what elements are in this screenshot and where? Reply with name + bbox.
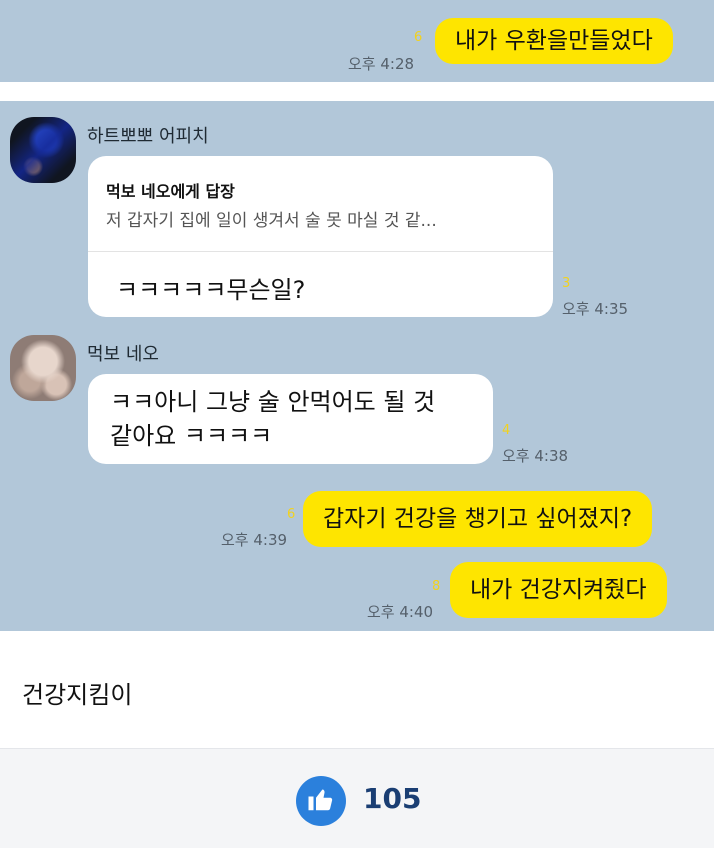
message-time: 오후 4:39: [221, 531, 288, 549]
reply-text: ㅋㅋㅋㅋㅋ무슨일?: [116, 276, 306, 304]
sender-name: 먹보 네오: [87, 344, 159, 365]
chat-screenshot-top: 6 오후 4:28 내가 우환을만들었다: [0, 0, 714, 82]
message-time: 오후 4:35: [562, 300, 629, 318]
my-message-bubble: 내가 우환을만들었다: [435, 18, 673, 64]
message-line: ㅋㅋ아니 그냥 술 안먹어도 될 것: [110, 388, 436, 416]
message-line: 같아요 ㅋㅋㅋㅋ: [110, 422, 273, 450]
like-button[interactable]: [296, 776, 346, 826]
post-caption: 건강지킴이: [22, 681, 133, 709]
thumbs-up-icon: [306, 784, 336, 818]
like-count: 105: [363, 782, 422, 815]
reply-divider: [88, 251, 553, 252]
quoted-message: 저 갑자기 집에 일이 생겨서 술 못 마실 것 같...: [106, 211, 437, 231]
unread-count: 6: [414, 30, 423, 45]
like-footer: [0, 748, 714, 848]
unread-count: 3: [562, 276, 571, 291]
received-message-bubble: ㅋㅋ아니 그냥 술 안먹어도 될 것 같아요 ㅋㅋㅋㅋ: [88, 374, 493, 464]
divider: [0, 82, 714, 101]
message-time: 오후 4:38: [502, 447, 569, 465]
unread-count: 6: [287, 507, 296, 522]
reply-message-bubble: 먹보 네오에게 답장 저 갑자기 집에 일이 생겨서 술 못 마실 것 같...…: [88, 156, 553, 317]
sender-name: 하트뽀뽀 어피치: [87, 126, 209, 147]
unread-count: 8: [432, 579, 441, 594]
my-message-bubble: 갑자기 건강을 챙기고 싶어졌지?: [303, 491, 653, 547]
avatar: [10, 335, 76, 401]
unread-count: 4: [502, 423, 511, 438]
message-time: 오후 4:40: [367, 603, 434, 621]
my-message-bubble: 내가 건강지켜줬다: [450, 562, 667, 618]
message-time: 오후 4:28: [348, 55, 415, 73]
reply-target: 먹보 네오에게 답장: [106, 182, 235, 201]
avatar: [10, 117, 76, 183]
